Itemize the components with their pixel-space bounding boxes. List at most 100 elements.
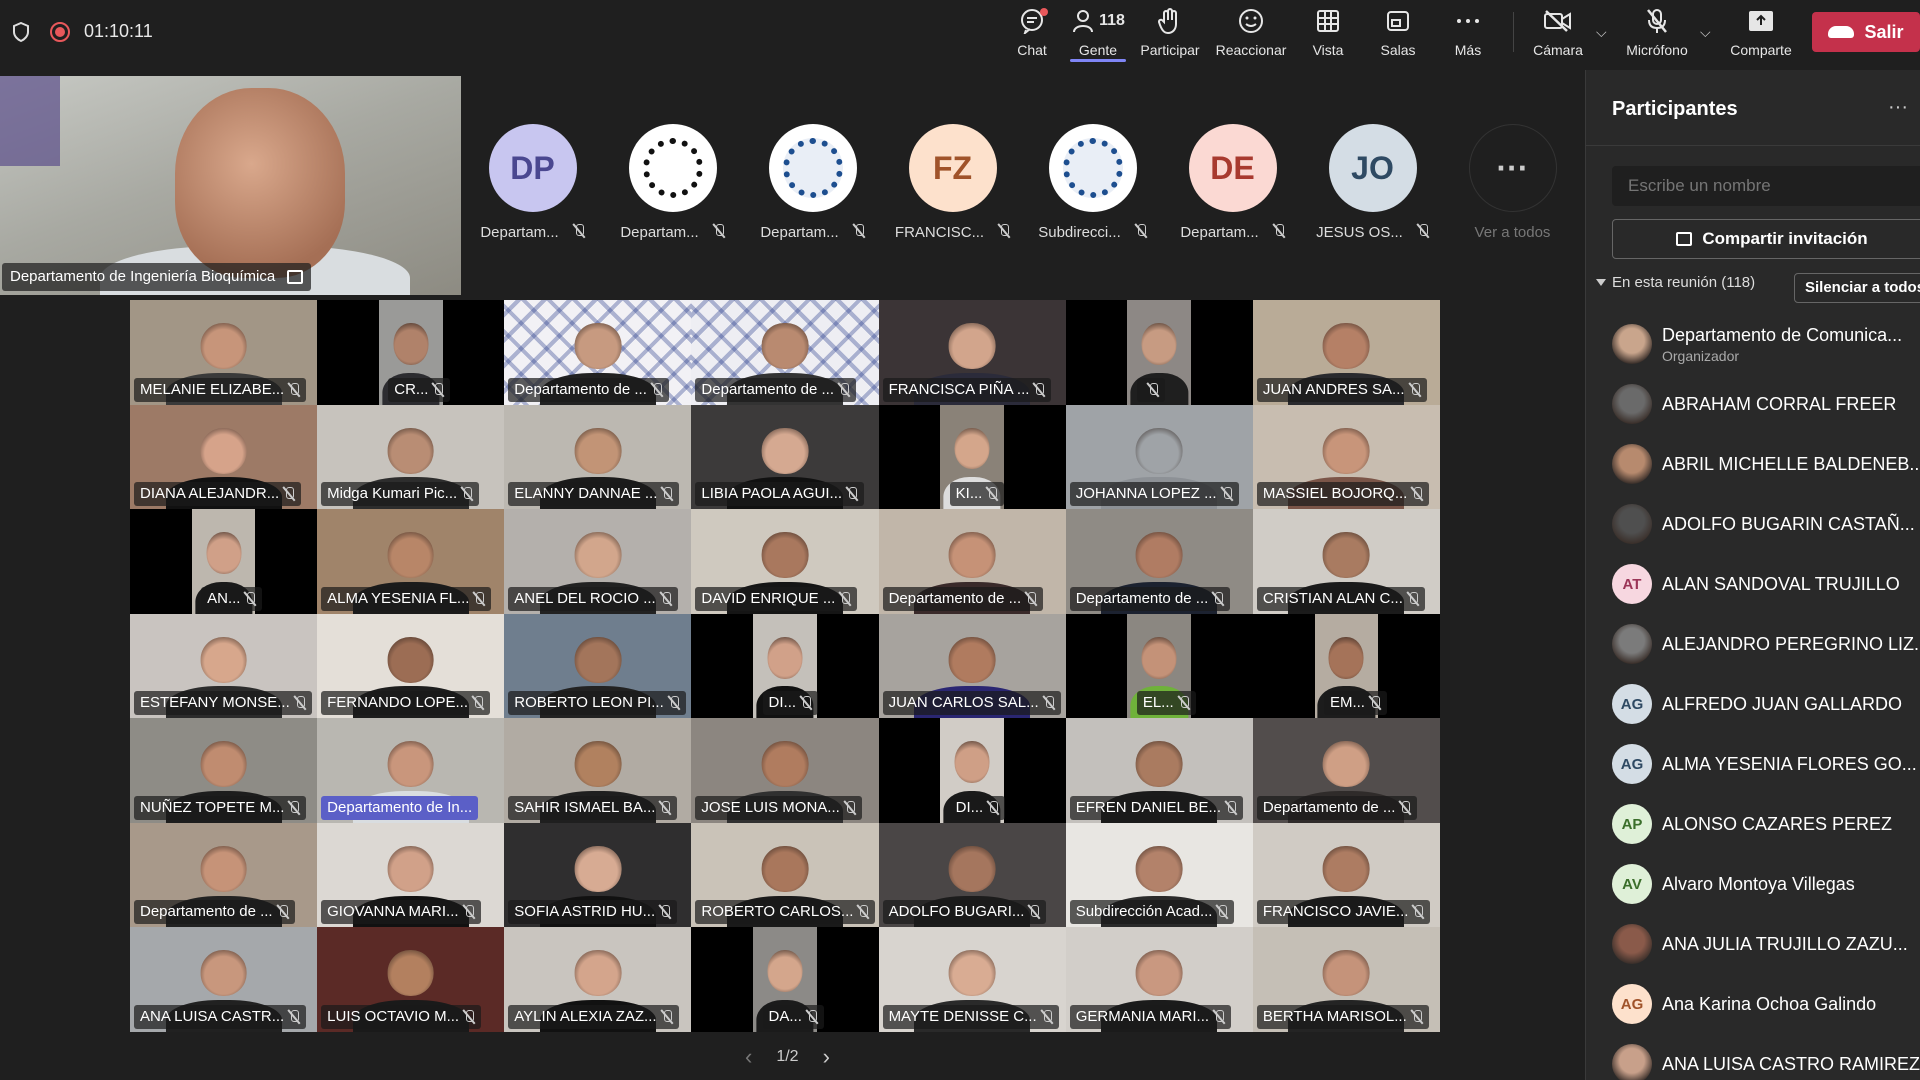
more-label: Más — [1454, 42, 1482, 58]
participant-item[interactable]: ALEJANDRO PEREGRINO LIZ... — [1612, 614, 1920, 674]
view-label: Vista — [1312, 42, 1344, 58]
share-invite-button[interactable]: Compartir invitación — [1612, 219, 1920, 259]
avatar-tile[interactable]: Departam... — [610, 120, 735, 241]
video-tile[interactable]: FRANCISCO JAVIE... — [1252, 822, 1440, 928]
react-button[interactable]: Reaccionar — [1214, 6, 1288, 60]
participant-item[interactable]: AT ALAN SANDOVAL TRUJILLO — [1612, 554, 1920, 614]
avatar-tile[interactable]: Departam... — [750, 120, 875, 241]
avatar-tile[interactable]: FZ FRANCISC... — [890, 120, 1015, 241]
video-tile[interactable]: ELANNY DANNAE ... — [504, 404, 692, 510]
video-tile[interactable]: LIBIA PAOLA AGUI... — [691, 404, 879, 510]
camera-options-chevron-icon[interactable]: ⌵ — [1596, 24, 1607, 41]
tile-name-label: Departamento de ... — [882, 586, 1044, 611]
video-tile[interactable]: ADOLFO BUGARI... — [878, 822, 1066, 928]
participant-item[interactable]: AG ALFREDO JUAN GALLARDO — [1612, 674, 1920, 734]
leave-button[interactable]: Salir — [1812, 12, 1920, 52]
tile-name-label: CR... — [388, 377, 451, 402]
video-tile[interactable]: DI... — [878, 718, 1066, 823]
video-tile[interactable]: ANEL DEL ROCIO ... — [504, 509, 692, 614]
avatar-tile[interactable]: Subdirecci... — [1030, 120, 1155, 241]
video-tile[interactable] — [1065, 300, 1253, 405]
video-tile[interactable]: JOHANNA LOPEZ ... — [1065, 404, 1253, 510]
video-tile[interactable]: Departamento de ... — [1065, 509, 1253, 614]
video-tile[interactable]: EM... — [1252, 613, 1440, 719]
video-tile[interactable]: MASSIEL BOJORQ... — [1252, 404, 1440, 510]
mic-options-chevron-icon[interactable]: ⌵ — [1700, 24, 1711, 41]
video-tile[interactable]: Departamento de ... — [1252, 718, 1440, 823]
video-tile[interactable]: Departamento de In... — [317, 718, 505, 823]
video-tile[interactable]: EFREN DANIEL BE... — [1065, 718, 1253, 823]
panel-more-icon[interactable]: ··· — [1888, 96, 1908, 119]
participant-item[interactable]: AP ALONSO CAZARES PEREZ — [1612, 794, 1920, 854]
participant-item[interactable]: ANA LUISA CASTRO RAMIREZ — [1612, 1034, 1920, 1080]
participant-item[interactable]: ADOLFO BUGARIN CASTAÑ... — [1612, 494, 1920, 554]
video-tile[interactable]: AN... — [130, 509, 318, 614]
participant-item[interactable]: ABRIL MICHELLE BALDENEB... — [1612, 434, 1920, 494]
participant-search-input[interactable] — [1612, 166, 1920, 206]
video-tile[interactable]: NUÑEZ TOPETE M... — [130, 718, 318, 823]
participant-item[interactable]: Departamento de Comunica... Organizador — [1612, 314, 1920, 374]
video-tile[interactable]: GERMANIA MARI... — [1065, 927, 1253, 1032]
participant-item[interactable]: ANA JULIA TRUJILLO ZAZU... — [1612, 914, 1920, 974]
participant-item[interactable]: AV Alvaro Montoya Villegas — [1612, 854, 1920, 914]
video-tile[interactable]: DA... — [691, 927, 879, 1032]
avatar: AG — [1612, 744, 1652, 784]
mic-button[interactable]: Micrófono — [1624, 6, 1690, 60]
video-tile[interactable]: Departamento de ... — [878, 509, 1066, 614]
mute-all-button[interactable]: Silenciar a todos — [1794, 273, 1920, 303]
participant-item[interactable]: ABRAHAM CORRAL FREER — [1612, 374, 1920, 434]
video-tile[interactable]: Midga Kumari Pic... — [317, 404, 505, 510]
video-tile[interactable]: CR... — [317, 300, 505, 405]
video-tile[interactable]: ALMA YESENIA FL... — [317, 509, 505, 614]
video-tile[interactable]: ROBERTO CARLOS... — [691, 822, 879, 928]
participant-name: ADOLFO BUGARIN CASTAÑ... — [1662, 513, 1915, 534]
participant-item[interactable]: AG ALMA YESENIA FLORES GO... — [1612, 734, 1920, 794]
avatar-tile[interactable]: JO JESUS OS... — [1310, 120, 1435, 241]
avatar-tile[interactable]: DP Departam... — [470, 120, 595, 241]
video-tile[interactable]: EL... — [1065, 613, 1253, 719]
tile-name: JOHANNA LOPEZ ... — [1075, 485, 1217, 503]
tile-name: NUÑEZ TOPETE M... — [140, 798, 285, 816]
video-tile[interactable]: DAVID ENRIQUE ... — [691, 509, 879, 614]
video-tile[interactable]: ROBERTO LEON PI... — [504, 613, 692, 719]
video-tile[interactable]: SAHIR ISMAEL BA... — [504, 718, 692, 823]
video-tile[interactable]: FERNANDO LOPE... — [317, 613, 505, 719]
video-tile[interactable]: ANA LUISA CASTR... — [130, 927, 318, 1032]
video-tile[interactable]: Departamento de ... — [691, 300, 879, 405]
video-tile[interactable]: JOSE LUIS MONA... — [691, 718, 879, 823]
avatar-tile[interactable]: ··· Ver a todos — [1450, 120, 1575, 241]
video-tile[interactable]: DIANA ALEJANDR... — [130, 404, 318, 510]
next-page-button[interactable]: › — [823, 1044, 830, 1070]
share-button[interactable]: Comparte — [1728, 6, 1794, 60]
avatar-tile[interactable]: DE Departam... — [1170, 120, 1295, 241]
video-tile[interactable]: Departamento de ... — [130, 822, 318, 928]
video-tile[interactable]: FRANCISCA PIÑA ... — [878, 300, 1066, 405]
participant-item[interactable]: AG Ana Karina Ochoa Galindo — [1612, 974, 1920, 1034]
video-tile[interactable]: BERTHA MARISOL... — [1252, 927, 1440, 1032]
video-tile[interactable]: SOFIA ASTRID HU... — [504, 822, 692, 928]
video-tile[interactable]: JUAN ANDRES SA... — [1252, 300, 1440, 405]
chat-button[interactable]: Chat — [1008, 6, 1056, 60]
video-tile[interactable]: DI... — [691, 613, 879, 719]
video-tile[interactable]: JUAN CARLOS SAL... — [878, 613, 1066, 719]
raise-hand-button[interactable]: Participar — [1138, 6, 1202, 60]
video-tile[interactable]: MELANIE ELIZABE... — [130, 300, 318, 405]
video-tile[interactable]: ESTEFANY MONSE... — [130, 613, 318, 719]
video-tile[interactable]: LUIS OCTAVIO M... — [317, 927, 505, 1032]
video-tile[interactable]: AYLIN ALEXIA ZAZ... — [504, 927, 692, 1032]
video-tile[interactable]: GIOVANNA MARI... — [317, 822, 505, 928]
people-button[interactable]: 118 Gente — [1070, 6, 1126, 62]
video-tile[interactable]: CRISTIAN ALAN C... — [1252, 509, 1440, 614]
view-button[interactable]: Vista — [1304, 6, 1352, 60]
video-tile[interactable]: Departamento de ... — [504, 300, 692, 405]
more-button[interactable]: Más — [1446, 6, 1490, 60]
video-tile[interactable]: Subdirección Acad... — [1065, 822, 1253, 928]
pinned-video[interactable]: Departamento de Ingeniería Bioquímica — [0, 76, 461, 295]
prev-page-button[interactable]: ‹ — [745, 1044, 752, 1070]
in-meeting-toggle[interactable]: En esta reunión (118) — [1596, 274, 1755, 291]
camera-button[interactable]: Cámara — [1530, 6, 1586, 60]
video-tile[interactable]: MAYTE DENISSE C... — [878, 927, 1066, 1032]
rooms-button[interactable]: Salas — [1374, 6, 1422, 60]
person-head — [574, 427, 622, 474]
video-tile[interactable]: KI... — [878, 404, 1066, 510]
